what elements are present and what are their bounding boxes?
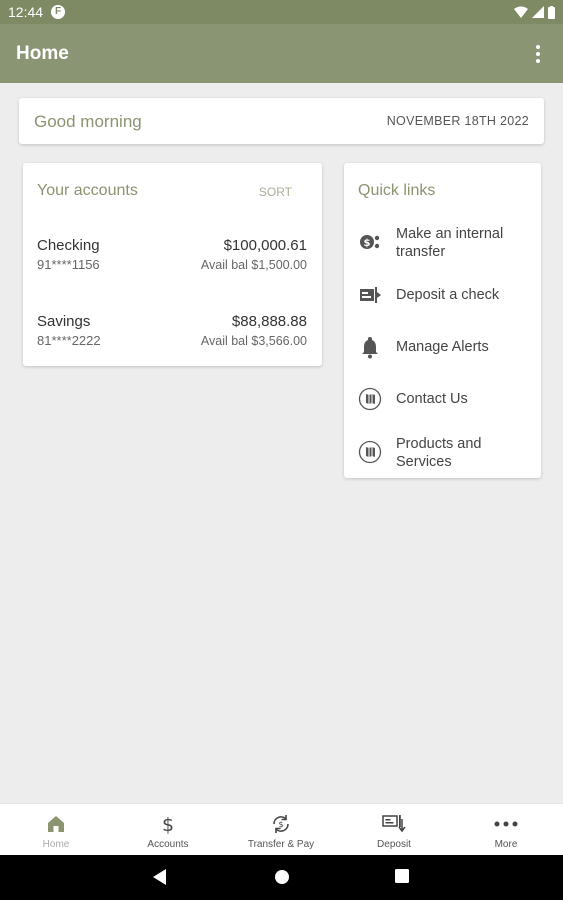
battery-icon — [548, 5, 555, 19]
home-button-icon[interactable] — [274, 869, 290, 885]
tab-label: Deposit — [377, 839, 411, 850]
greeting-text: Good morning — [34, 112, 142, 131]
tab-label: Home — [42, 839, 70, 850]
tab-more[interactable]: More — [450, 804, 562, 856]
status-time: 12:44 — [8, 4, 44, 20]
tab-label: Accounts — [147, 839, 189, 850]
quick-link-manage-alerts[interactable]: Manage Alerts — [344, 335, 541, 361]
tab-label: More — [494, 839, 518, 850]
dollar-icon: $ — [112, 813, 224, 835]
quick-link-contact-us[interactable]: Contact Us — [344, 387, 541, 413]
sort-button[interactable]: SORT — [259, 185, 292, 199]
page-title: Home — [16, 43, 69, 64]
system-navigation-bar — [0, 855, 563, 900]
map-icon — [358, 387, 382, 411]
tab-transfer-pay[interactable]: $ Transfer & Pay — [225, 804, 337, 856]
greeting-card: Good morning NOVEMBER 18TH 2022 — [19, 98, 544, 144]
home-icon — [0, 813, 112, 835]
account-available-balance: Avail bal $1,500.00 — [200, 258, 307, 272]
tab-label: Transfer & Pay — [247, 839, 315, 850]
app-notification-icon: F — [51, 5, 65, 19]
account-number: 91****1156 — [37, 257, 100, 272]
signal-icon — [532, 6, 544, 18]
more-icon — [450, 813, 562, 835]
system-icons — [514, 5, 555, 19]
wifi-icon — [514, 6, 528, 18]
account-row-checking[interactable]: Checking 91****1156 $100,000.61 Avail ba… — [37, 237, 307, 277]
bell-icon — [358, 335, 382, 359]
account-balance: $88,888.88 — [231, 313, 307, 330]
quick-link-label: Products and Services — [396, 436, 482, 470]
quick-link-label: Make an internal transfer — [396, 226, 504, 260]
tab-deposit[interactable]: Deposit — [338, 804, 450, 856]
deposit-icon — [338, 813, 450, 835]
transfer-pay-icon: $ — [225, 813, 337, 835]
app-bar: Home — [0, 24, 563, 83]
quick-link-products-services[interactable]: Products and Services — [344, 433, 541, 473]
quick-link-deposit-check[interactable]: Deposit a check — [344, 283, 541, 309]
overflow-menu-icon[interactable] — [533, 42, 543, 66]
greeting-date: NOVEMBER 18TH 2022 — [386, 114, 529, 128]
account-number: 81****2222 — [37, 333, 101, 348]
quick-links-header: Quick links — [358, 182, 436, 199]
accounts-card: Your accounts SORT Checking 91****1156 $… — [23, 163, 322, 366]
tab-accounts[interactable]: $ Accounts — [112, 804, 224, 856]
transfer-icon: $ — [358, 230, 382, 254]
svg-text:$: $ — [364, 238, 371, 249]
accounts-header: Your accounts — [37, 182, 138, 199]
account-row-savings[interactable]: Savings 81****2222 $88,888.88 Avail bal … — [37, 313, 307, 353]
svg-text:$: $ — [162, 814, 174, 835]
quick-link-label: Contact Us — [396, 391, 468, 407]
tab-home[interactable]: Home — [0, 804, 112, 856]
back-icon[interactable] — [153, 869, 167, 885]
account-name: Savings — [37, 313, 91, 330]
quick-link-label: Deposit a check — [396, 287, 500, 303]
quick-link-internal-transfer[interactable]: $ Make an internal transfer — [344, 223, 541, 263]
account-balance: $100,000.61 — [223, 237, 307, 254]
status-bar: 12:44 F — [0, 0, 563, 24]
account-available-balance: Avail bal $3,566.00 — [200, 334, 307, 348]
bottom-navigation: Home $ Accounts $ Transfer & Pay Deposit… — [0, 803, 563, 855]
recents-icon[interactable] — [395, 869, 409, 883]
quick-links-card: Quick links $ Make an internal transfer … — [344, 163, 541, 478]
check-deposit-icon — [358, 283, 382, 307]
account-name: Checking — [37, 237, 100, 254]
svg-text:$: $ — [278, 820, 283, 829]
quick-link-label: Manage Alerts — [396, 339, 489, 355]
map-icon — [358, 440, 382, 464]
